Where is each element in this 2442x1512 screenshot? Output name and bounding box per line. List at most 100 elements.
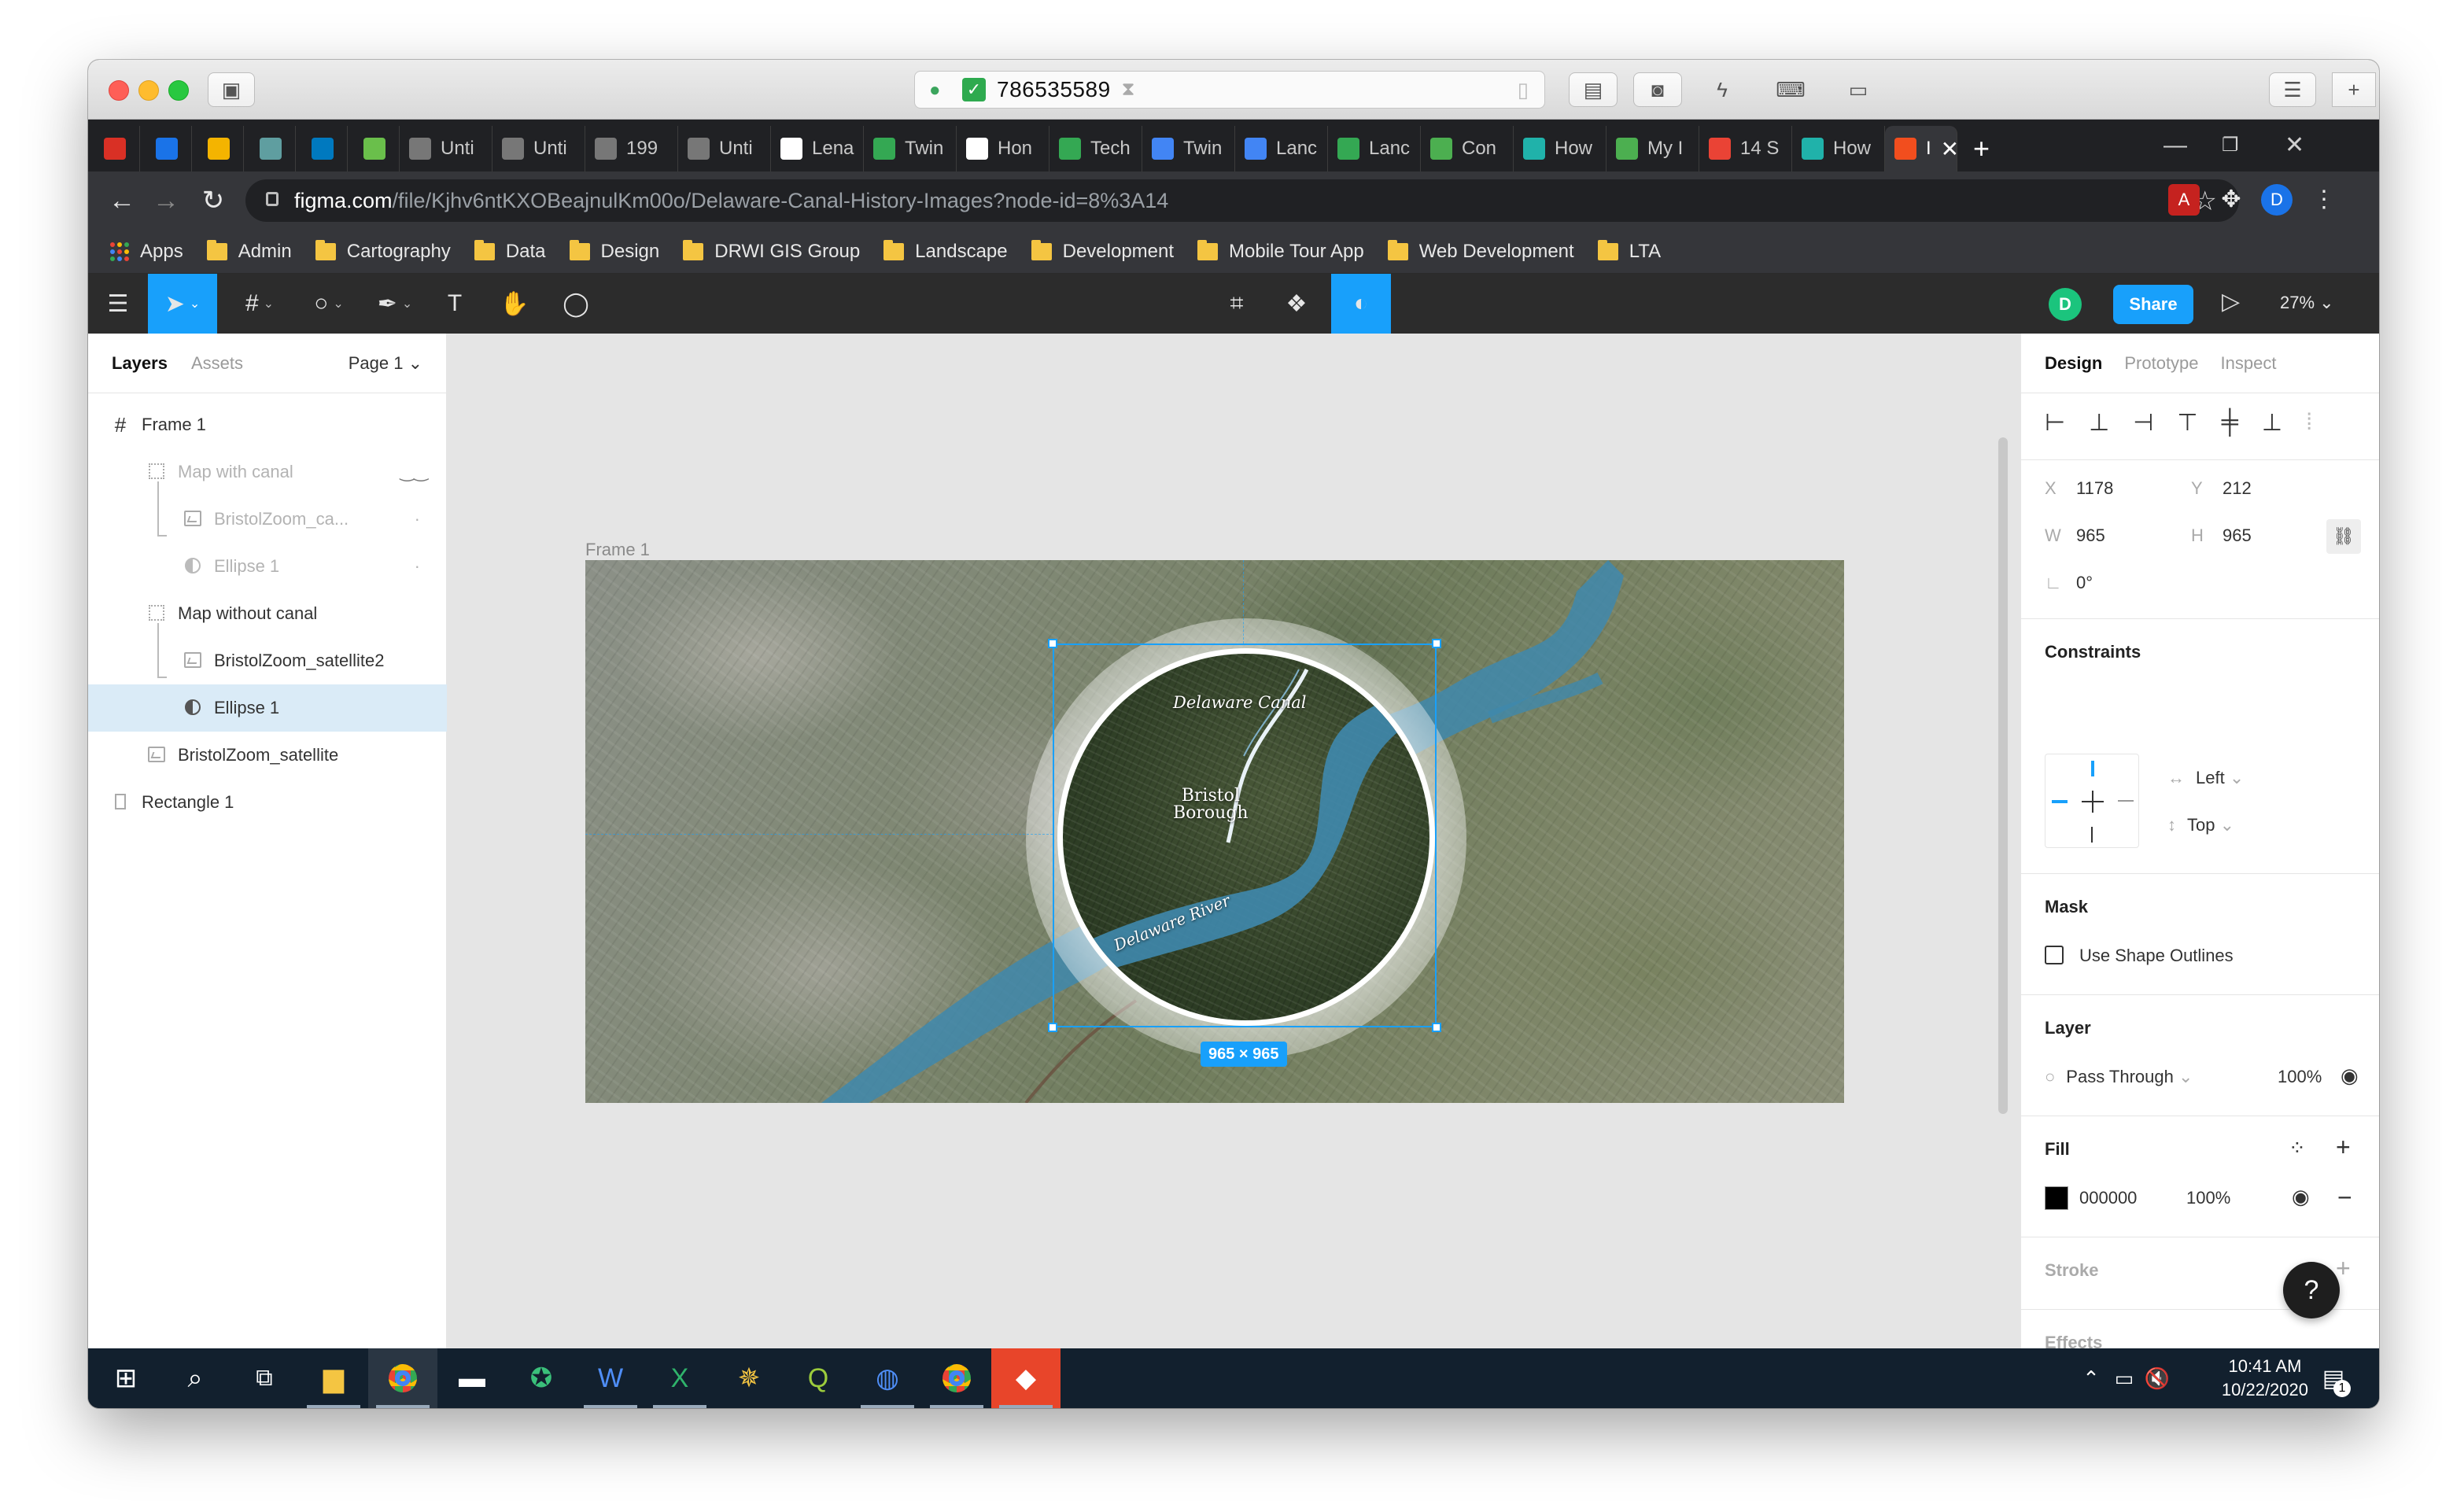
browser-tab[interactable]: I ✕: [1885, 126, 1957, 171]
browser-tab[interactable]: [348, 126, 400, 171]
eye-icon[interactable]: ◉: [2341, 1064, 2359, 1088]
pen-tool-button[interactable]: ✒ ⌄: [365, 274, 425, 334]
task-view-icon[interactable]: ⧉: [230, 1348, 299, 1408]
browser-tab[interactable]: 14 S: [1699, 126, 1792, 171]
bookmark-item[interactable]: Landscape: [883, 239, 1008, 263]
bookmark-item[interactable]: Development: [1031, 239, 1174, 263]
search-icon[interactable]: ⌕: [160, 1348, 230, 1408]
bookmark-item[interactable]: Admin: [206, 239, 292, 263]
tab-layers[interactable]: Layers: [112, 353, 168, 374]
browser-tab[interactable]: [296, 126, 348, 171]
user-avatar[interactable]: D: [2049, 288, 2082, 321]
menu-icon[interactable]: ☰: [2269, 72, 2316, 107]
layer-bristolzoom-canal[interactable]: BristolZoom_ca... ·: [88, 496, 447, 543]
tab-inspect[interactable]: Inspect: [2221, 353, 2277, 374]
canvas-scrollbar[interactable]: [1998, 437, 2008, 1114]
remote-session-address[interactable]: ● ✓ 786535589 ⧗ ▯: [914, 71, 1545, 109]
globe-app-icon[interactable]: ◍: [853, 1348, 922, 1408]
align-bottom-icon[interactable]: ⊥: [2262, 409, 2282, 437]
address-bar[interactable]: figma.com/file/Kjhv6ntKXOBeajnulKm00o/De…: [245, 179, 2239, 222]
bookmark-item[interactable]: Mobile Tour App: [1197, 239, 1364, 263]
vertical-constraint-dropdown[interactable]: ↕ Top ⌄: [2167, 815, 2234, 835]
rotation-field[interactable]: ∟ 0°: [2045, 573, 2093, 593]
add-stroke-icon[interactable]: +: [2336, 1254, 2351, 1283]
align-middle-icon[interactable]: ╪: [2222, 409, 2238, 437]
layer-frame-1[interactable]: # Frame 1: [88, 401, 447, 448]
horizontal-constraint-dropdown[interactable]: ↔ Left ⌄: [2167, 768, 2244, 788]
back-arrow-icon[interactable]: ←: [104, 183, 140, 219]
keyboard-icon[interactable]: ⌨: [1767, 72, 1814, 107]
tab-design[interactable]: Design: [2045, 353, 2102, 374]
browser-tab[interactable]: Unti: [678, 126, 771, 171]
windows-start-icon[interactable]: ⊞: [91, 1348, 160, 1408]
constraint-right[interactable]: [2118, 800, 2134, 802]
layer-bristolzoom-satellite2[interactable]: BristolZoom_satellite2: [88, 637, 447, 684]
qgis-icon[interactable]: Q: [784, 1348, 853, 1408]
main-menu-icon[interactable]: ☰: [88, 274, 148, 334]
constraint-left[interactable]: [2052, 800, 2068, 803]
remove-fill-icon[interactable]: −: [2337, 1183, 2352, 1212]
layer-ellipse-1-a[interactable]: Ellipse 1 ·: [88, 543, 447, 590]
bookmark-item[interactable]: Design: [569, 239, 659, 263]
resize-handle-br[interactable]: [1432, 1023, 1441, 1032]
hand-tool-button[interactable]: ✋: [491, 274, 538, 334]
chrome-icon[interactable]: [368, 1348, 437, 1408]
align-top-icon[interactable]: ⊤: [2177, 409, 2197, 437]
lightning-icon[interactable]: ϟ: [1702, 72, 1742, 107]
remote-desktop-icon[interactable]: ◆: [991, 1348, 1061, 1408]
close-tab-icon[interactable]: ✕: [1941, 136, 1957, 162]
volume-muted-icon[interactable]: 🔇: [2141, 1348, 2173, 1408]
bookmark-item[interactable]: LTA: [1597, 239, 1661, 263]
zoom-dropdown[interactable]: 27% ⌄: [2280, 293, 2334, 313]
forward-arrow-icon[interactable]: →: [148, 183, 184, 219]
network-icon[interactable]: ▭: [2108, 1348, 2140, 1408]
resize-handle-tl[interactable]: [1048, 639, 1057, 648]
profile-avatar[interactable]: D: [2261, 184, 2293, 216]
fill-opacity-field[interactable]: 100%: [2186, 1188, 2230, 1208]
layer-map-without-canal[interactable]: Map without canal: [88, 590, 447, 637]
pdf-extension-icon[interactable]: A: [2168, 184, 2200, 216]
align-left-icon[interactable]: ⊢: [2045, 409, 2065, 437]
add-icon[interactable]: +: [2332, 72, 2376, 107]
browser-tab[interactable]: 199: [585, 126, 678, 171]
layer-map-with-canal[interactable]: Map with canal ‿‿: [88, 448, 447, 496]
layer-rectangle-1[interactable]: Rectangle 1: [88, 779, 447, 826]
excel-icon[interactable]: X: [645, 1348, 714, 1408]
browser-tab[interactable]: [244, 126, 296, 171]
restore-icon[interactable]: ❐: [2222, 120, 2239, 171]
share-button[interactable]: Share: [2113, 285, 2193, 324]
canvas[interactable]: Frame 1 Delaware Canal Bristol Borough D…: [447, 334, 2020, 1348]
bookmark-item[interactable]: DRWI GIS Group: [683, 239, 860, 263]
browser-tab[interactable]: [140, 126, 192, 171]
bookmark-item[interactable]: Data: [474, 239, 546, 263]
y-field[interactable]: Y 212: [2191, 478, 2252, 499]
blend-mode-dropdown[interactable]: ○ Pass Through ⌄: [2045, 1067, 2193, 1087]
tab-prototype[interactable]: Prototype: [2124, 353, 2198, 374]
browser-tab[interactable]: Con: [1421, 126, 1514, 171]
close-icon[interactable]: ✕: [2285, 120, 2304, 171]
constraint-top[interactable]: [2091, 761, 2094, 776]
x-field[interactable]: X 1178: [2045, 478, 2113, 499]
constraint-widget[interactable]: [2045, 754, 2139, 848]
height-field[interactable]: H 965: [2191, 526, 2252, 546]
puzzle-extension-icon[interactable]: ✥: [2215, 184, 2247, 216]
chevron-up-icon[interactable]: ⌃: [2075, 1348, 2107, 1408]
screen-icon[interactable]: ◙: [1633, 72, 1682, 107]
browser-tab[interactable]: Unti: [400, 126, 492, 171]
new-tab-button[interactable]: +: [1957, 126, 2009, 171]
resize-handle-tr[interactable]: [1432, 639, 1441, 648]
notification-icon[interactable]: ▤ 1: [2310, 1348, 2357, 1408]
browser-tab[interactable]: Hon: [957, 126, 1049, 171]
browser-tab[interactable]: Lanc: [1328, 126, 1421, 171]
browser-tab[interactable]: How: [1514, 126, 1606, 171]
bookmark-item[interactable]: Apps: [110, 241, 183, 263]
component-icon[interactable]: ❖: [1271, 274, 1322, 334]
minimize-icon[interactable]: —: [2163, 120, 2187, 171]
text-tool-button[interactable]: T: [431, 274, 478, 334]
browser-tab[interactable]: Lanc: [1235, 126, 1328, 171]
map-frame[interactable]: Delaware Canal Bristol Borough Delaware R…: [585, 560, 1844, 1103]
reload-icon[interactable]: ↻: [195, 183, 231, 219]
resize-handle-bl[interactable]: [1048, 1023, 1057, 1032]
bookmark-item[interactable]: Cartography: [315, 239, 451, 263]
constraint-center[interactable]: [2082, 791, 2104, 813]
